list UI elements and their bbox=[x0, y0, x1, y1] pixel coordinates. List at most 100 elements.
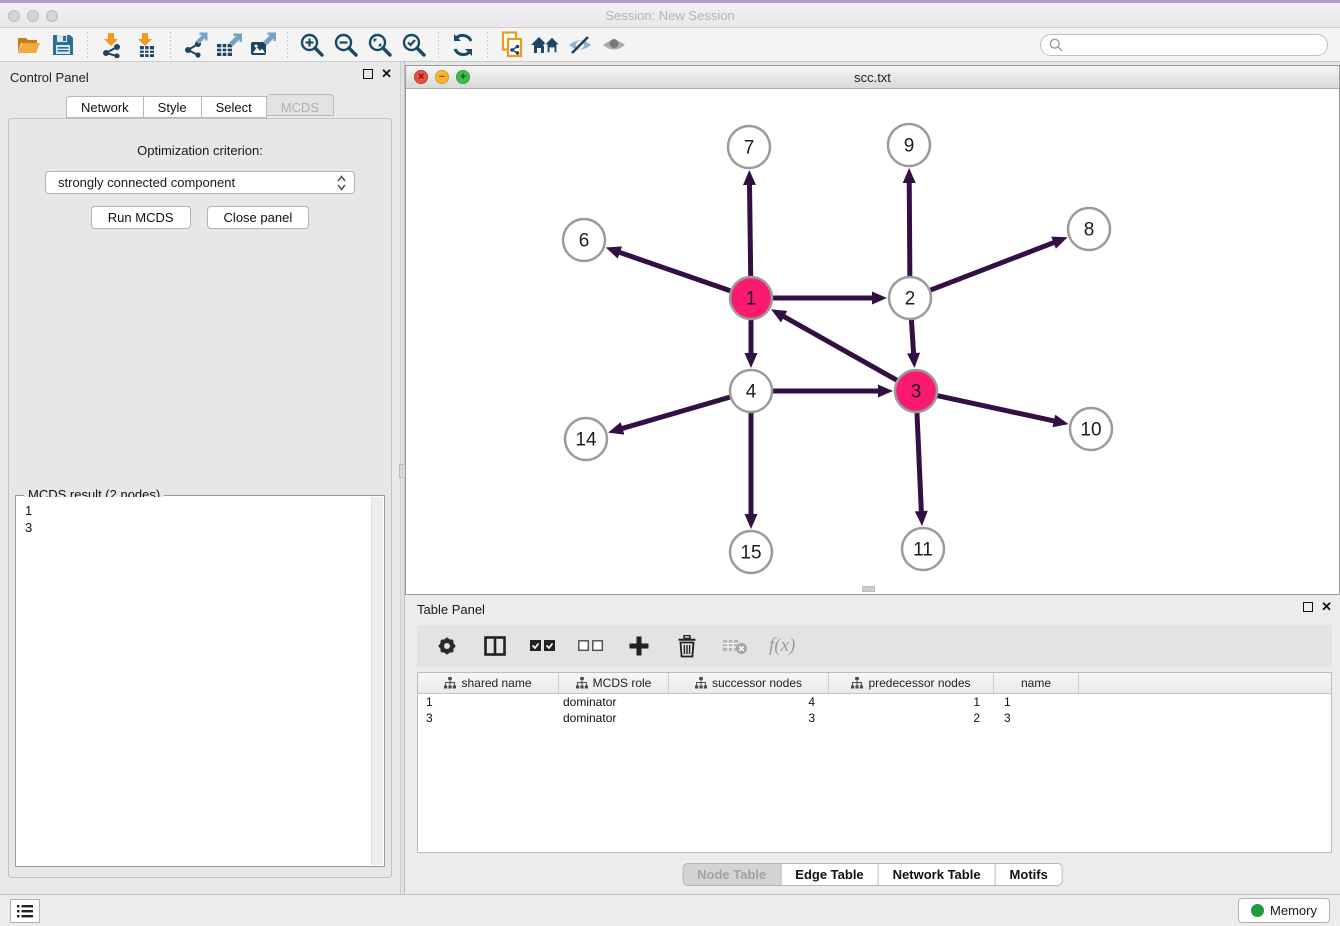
settings-gear-icon[interactable] bbox=[433, 632, 461, 660]
window-title: Session: New Session bbox=[0, 8, 1340, 23]
close-panel-icon[interactable]: ✕ bbox=[381, 69, 392, 79]
graph-node-15[interactable]: 15 bbox=[730, 531, 772, 573]
graph-edge-2-8[interactable] bbox=[931, 242, 1056, 290]
control-panel: Control Panel ✕ NetworkStyleSelectMCDS O… bbox=[0, 62, 400, 894]
export-network-icon[interactable] bbox=[178, 30, 212, 60]
graph-node-label: 8 bbox=[1084, 220, 1095, 241]
first-neighbors-icon[interactable] bbox=[495, 30, 529, 60]
control-tab-network[interactable]: Network bbox=[66, 96, 144, 118]
graph-node-14[interactable]: 14 bbox=[565, 418, 607, 460]
split-panel-icon[interactable] bbox=[481, 632, 509, 660]
graph-edge-1-6[interactable] bbox=[618, 252, 730, 291]
criterion-dropdown[interactable]: strongly connected component bbox=[45, 171, 355, 194]
graph-edge-3-11[interactable] bbox=[917, 413, 921, 513]
graph-edge-3-10[interactable] bbox=[937, 396, 1055, 422]
graph-node-6[interactable]: 6 bbox=[563, 219, 605, 261]
table-tab-motifs[interactable]: Motifs bbox=[996, 863, 1063, 886]
search-input[interactable] bbox=[1067, 38, 1319, 52]
graph-edge-4-14[interactable] bbox=[621, 397, 730, 429]
zoom-out-icon[interactable] bbox=[329, 30, 363, 60]
search-box[interactable] bbox=[1040, 34, 1328, 56]
graph-edge-arrowhead bbox=[745, 514, 758, 529]
import-table-icon[interactable] bbox=[129, 30, 163, 60]
table-cell-predecessor-nodes[interactable]: 2 bbox=[829, 710, 994, 726]
column-header-predecessor-nodes[interactable]: predecessor nodes bbox=[829, 673, 994, 693]
function-builder-icon[interactable]: f(x) bbox=[769, 635, 795, 657]
graph-edge-1-7[interactable] bbox=[749, 183, 750, 276]
home-layout-icon[interactable] bbox=[529, 30, 563, 60]
graph-node-10[interactable]: 10 bbox=[1070, 408, 1112, 450]
memory-button-label: Memory bbox=[1270, 903, 1317, 918]
column-header-shared-name[interactable]: shared name bbox=[418, 673, 559, 693]
control-tab-select[interactable]: Select bbox=[202, 96, 267, 118]
table-panel-title: Table Panel bbox=[417, 602, 485, 617]
column-header-mcds-role[interactable]: MCDS role bbox=[559, 673, 669, 693]
control-tab-mcds[interactable]: MCDS bbox=[267, 94, 334, 116]
run-mcds-button[interactable]: Run MCDS bbox=[91, 206, 191, 229]
delete-table-icon[interactable] bbox=[721, 632, 749, 660]
graph-node-7[interactable]: 7 bbox=[728, 126, 770, 168]
deselect-all-rows-icon[interactable] bbox=[577, 632, 605, 660]
refresh-icon[interactable] bbox=[446, 30, 480, 60]
delete-column-icon[interactable] bbox=[673, 632, 701, 660]
network-canvas[interactable]: 1 2 3 4 6 7 8 9 10 11 14 15 bbox=[406, 89, 1339, 594]
zoom-fit-icon[interactable] bbox=[363, 30, 397, 60]
open-session-icon[interactable] bbox=[12, 30, 46, 60]
canvas-scroll-handle[interactable] bbox=[862, 586, 875, 592]
add-column-icon[interactable] bbox=[625, 632, 653, 660]
table-cell-name[interactable]: 3 bbox=[994, 710, 1079, 726]
table-tab-network-table[interactable]: Network Table bbox=[879, 863, 996, 886]
show-all-icon[interactable] bbox=[597, 30, 631, 60]
table-tab-node-table[interactable]: Node Table bbox=[682, 863, 781, 886]
graph-node-2[interactable]: 2 bbox=[889, 277, 931, 319]
table-cell-successor-nodes[interactable]: 4 bbox=[669, 694, 829, 710]
graph-node-label: 15 bbox=[740, 543, 761, 564]
column-header-name[interactable]: name bbox=[994, 673, 1079, 693]
graph-node-1[interactable]: 1 bbox=[730, 277, 772, 319]
graph-node-3[interactable]: 3 bbox=[895, 370, 937, 412]
table-cell-mcds-role[interactable]: dominator bbox=[559, 710, 669, 726]
network-view-window: × − + scc.txt 1 2 3 4 6 7 8 9 10 11 14 15 bbox=[405, 65, 1340, 595]
table-cell-predecessor-nodes[interactable]: 1 bbox=[829, 694, 994, 710]
memory-button[interactable]: Memory bbox=[1238, 898, 1330, 923]
toolbar-separator bbox=[170, 32, 171, 58]
export-table-icon[interactable] bbox=[212, 30, 246, 60]
node-table: shared nameMCDS rolesuccessor nodesprede… bbox=[417, 672, 1332, 853]
network-window-titlebar[interactable]: × − + scc.txt bbox=[406, 66, 1339, 89]
dropdown-stepper-icon bbox=[337, 175, 346, 191]
close-panel-button[interactable]: Close panel bbox=[207, 206, 310, 229]
select-all-rows-icon[interactable] bbox=[529, 632, 557, 660]
table-row[interactable]: 1dominator411 bbox=[418, 694, 1331, 710]
graph-edge-2-3[interactable] bbox=[911, 320, 913, 355]
result-scrollbar[interactable] bbox=[371, 497, 383, 865]
mcds-panel: Optimization criterion: strongly connect… bbox=[8, 118, 392, 878]
save-session-icon[interactable] bbox=[46, 30, 80, 60]
column-header-successor-nodes[interactable]: successor nodes bbox=[669, 673, 829, 693]
table-tab-edge-table[interactable]: Edge Table bbox=[781, 863, 878, 886]
float-table-panel-icon[interactable] bbox=[1303, 602, 1313, 612]
show-panels-button[interactable] bbox=[10, 899, 40, 923]
graph-edge-3-1[interactable] bbox=[782, 316, 896, 381]
table-cell-mcds-role[interactable]: dominator bbox=[559, 694, 669, 710]
graph-edge-2-9[interactable] bbox=[909, 181, 910, 276]
table-cell-shared-name[interactable]: 3 bbox=[418, 710, 559, 726]
zoom-selected-icon[interactable] bbox=[397, 30, 431, 60]
control-tab-style[interactable]: Style bbox=[144, 96, 202, 118]
table-cell-shared-name[interactable]: 1 bbox=[418, 694, 559, 710]
export-image-icon[interactable] bbox=[246, 30, 280, 60]
float-panel-icon[interactable] bbox=[363, 69, 373, 79]
close-table-panel-icon[interactable]: ✕ bbox=[1321, 602, 1332, 612]
graph-node-9[interactable]: 9 bbox=[888, 124, 930, 166]
node-table-header: shared nameMCDS rolesuccessor nodesprede… bbox=[418, 673, 1331, 694]
import-network-icon[interactable] bbox=[95, 30, 129, 60]
graph-node-label: 14 bbox=[575, 430, 597, 451]
graph-edge-arrowhead bbox=[1051, 237, 1067, 249]
table-row[interactable]: 3dominator323 bbox=[418, 710, 1331, 726]
table-cell-name[interactable]: 1 bbox=[994, 694, 1079, 710]
zoom-in-icon[interactable] bbox=[295, 30, 329, 60]
graph-node-11[interactable]: 11 bbox=[902, 528, 944, 570]
graph-node-8[interactable]: 8 bbox=[1068, 208, 1110, 250]
hide-selected-icon[interactable] bbox=[563, 30, 597, 60]
graph-node-4[interactable]: 4 bbox=[730, 370, 772, 412]
table-cell-successor-nodes[interactable]: 3 bbox=[669, 710, 829, 726]
